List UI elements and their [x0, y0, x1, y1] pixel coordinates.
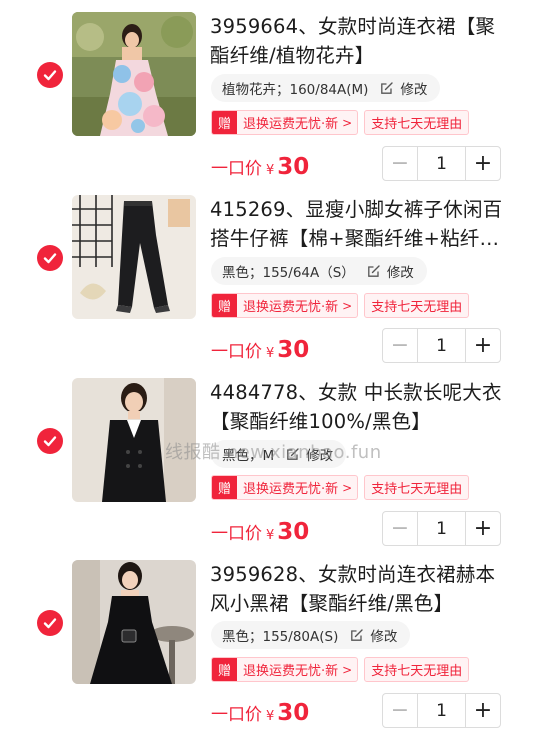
- quantity-stepper: − 1 +: [382, 146, 501, 181]
- edit-label: 修改: [306, 448, 334, 464]
- cart-item: 4484778、女款 中长款长呢大衣【聚酯纤维100%/黑色】 黑色，M 修改 …: [0, 378, 540, 561]
- gift-badge: 赠: [212, 476, 238, 499]
- decrease-button[interactable]: −: [383, 694, 417, 727]
- quantity-input[interactable]: 1: [417, 329, 466, 362]
- checkbox-checked-icon[interactable]: [37, 610, 63, 636]
- increase-button[interactable]: +: [466, 694, 500, 727]
- gift-badge: 赠: [212, 294, 238, 317]
- price-value: 30: [277, 700, 310, 726]
- price-value: 30: [277, 337, 310, 363]
- chevron-right-icon: >: [342, 662, 353, 677]
- cart-item: 3959628、女款时尚连衣裙赫本风小黑裙【聚酯纤维/黑色】 黑色；155/80…: [0, 560, 540, 743]
- service-tags: 赠 退换运费无忧·新 > 支持七天无理由: [211, 293, 470, 318]
- quantity-input[interactable]: 1: [417, 694, 466, 727]
- price: 一口价 ¥ 30: [211, 154, 309, 184]
- free-return-shipping-tag[interactable]: 赠 退换运费无忧·新 >: [211, 293, 359, 318]
- cart-item: 415269、显瘦小脚女裤子休闲百搭牛仔裤【棉+聚酯纤维+粘纤… 黑色；155/…: [0, 195, 540, 378]
- checkbox-checked-icon[interactable]: [37, 428, 63, 454]
- sku-text: 植物花卉；160/84A(M): [222, 82, 369, 98]
- chevron-right-icon: >: [342, 298, 353, 313]
- seven-day-return-tag: 支持七天无理由: [364, 293, 470, 318]
- service-tags: 赠 退换运费无忧·新 > 支持七天无理由: [211, 657, 470, 682]
- product-title[interactable]: 4484778、女款 中长款长呢大衣【聚酯纤维100%/黑色】: [210, 378, 510, 436]
- sku-text: 黑色，M: [222, 448, 275, 464]
- chevron-right-icon: >: [342, 115, 353, 130]
- sku-selector[interactable]: 黑色，M 修改: [211, 440, 347, 468]
- edit-label: 修改: [400, 82, 428, 98]
- price-label: 一口价: [211, 705, 262, 725]
- quantity-input[interactable]: 1: [417, 147, 466, 180]
- quantity-stepper: − 1 +: [382, 693, 501, 728]
- increase-button[interactable]: +: [466, 329, 500, 362]
- edit-icon: [350, 628, 364, 642]
- decrease-button[interactable]: −: [383, 512, 417, 545]
- seven-day-return-tag: 支持七天无理由: [364, 110, 470, 135]
- increase-button[interactable]: +: [466, 147, 500, 180]
- price: 一口价 ¥ 30: [211, 700, 309, 730]
- quantity-stepper: − 1 +: [382, 328, 501, 363]
- product-image[interactable]: [72, 560, 196, 684]
- edit-label: 修改: [386, 265, 414, 281]
- currency-symbol: ¥: [266, 163, 275, 178]
- product-title[interactable]: 3959628、女款时尚连衣裙赫本风小黑裙【聚酯纤维/黑色】: [210, 560, 510, 618]
- service-tags: 赠 退换运费无忧·新 > 支持七天无理由: [211, 110, 470, 135]
- free-return-shipping-tag[interactable]: 赠 退换运费无忧·新 >: [211, 657, 359, 682]
- seven-day-return-tag: 支持七天无理由: [364, 475, 470, 500]
- currency-symbol: ¥: [266, 528, 275, 543]
- price-label: 一口价: [211, 524, 262, 544]
- chevron-right-icon: >: [342, 480, 353, 495]
- cart-item: 3959664、女款时尚连衣裙【聚酯纤维/植物花卉】 植物花卉；160/84A(…: [0, 12, 540, 195]
- price-value: 30: [277, 519, 310, 545]
- tag-text: 退换运费无忧·新: [243, 117, 339, 132]
- product-title[interactable]: 3959664、女款时尚连衣裙【聚酯纤维/植物花卉】: [210, 12, 510, 70]
- edit-icon: [367, 264, 381, 278]
- tag-text: 退换运费无忧·新: [243, 482, 339, 497]
- product-image[interactable]: [72, 378, 196, 502]
- price-label: 一口价: [211, 159, 262, 179]
- product-title[interactable]: 415269、显瘦小脚女裤子休闲百搭牛仔裤【棉+聚酯纤维+粘纤…: [210, 195, 510, 253]
- edit-label: 修改: [370, 629, 398, 645]
- tag-text: 退换运费无忧·新: [243, 664, 339, 679]
- tag-text: 退换运费无忧·新: [243, 300, 339, 315]
- checkbox-checked-icon[interactable]: [37, 62, 63, 88]
- sku-text: 黑色；155/80A(S): [222, 629, 339, 645]
- gift-badge: 赠: [212, 658, 238, 681]
- gift-badge: 赠: [212, 111, 238, 134]
- product-image[interactable]: [72, 12, 196, 136]
- sku-text: 黑色；155/64A（S）: [222, 265, 355, 281]
- sku-selector[interactable]: 黑色；155/64A（S） 修改: [211, 257, 427, 285]
- decrease-button[interactable]: −: [383, 147, 417, 180]
- quantity-stepper: − 1 +: [382, 511, 501, 546]
- decrease-button[interactable]: −: [383, 329, 417, 362]
- price: 一口价 ¥ 30: [211, 337, 309, 367]
- price-label: 一口价: [211, 342, 262, 362]
- free-return-shipping-tag[interactable]: 赠 退换运费无忧·新 >: [211, 110, 359, 135]
- edit-icon: [286, 447, 300, 461]
- sku-selector[interactable]: 黑色；155/80A(S) 修改: [211, 621, 411, 649]
- free-return-shipping-tag[interactable]: 赠 退换运费无忧·新 >: [211, 475, 359, 500]
- price-value: 30: [277, 154, 310, 180]
- service-tags: 赠 退换运费无忧·新 > 支持七天无理由: [211, 475, 470, 500]
- sku-selector[interactable]: 植物花卉；160/84A(M) 修改: [211, 74, 441, 102]
- quantity-input[interactable]: 1: [417, 512, 466, 545]
- checkbox-checked-icon[interactable]: [37, 245, 63, 271]
- increase-button[interactable]: +: [466, 512, 500, 545]
- seven-day-return-tag: 支持七天无理由: [364, 657, 470, 682]
- currency-symbol: ¥: [266, 346, 275, 361]
- price: 一口价 ¥ 30: [211, 519, 309, 549]
- edit-icon: [380, 81, 394, 95]
- product-image[interactable]: [72, 195, 196, 319]
- currency-symbol: ¥: [266, 709, 275, 724]
